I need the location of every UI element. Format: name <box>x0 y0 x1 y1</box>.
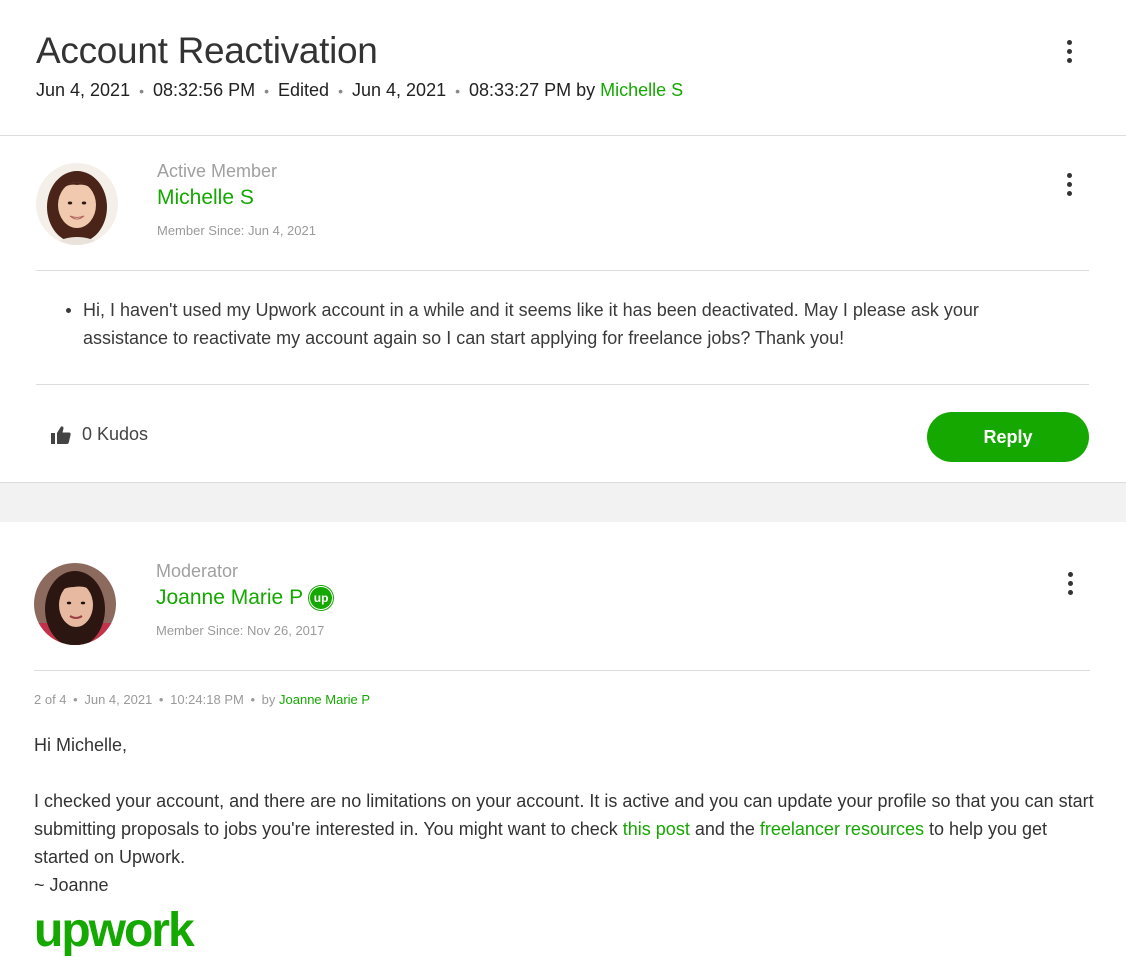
by-label: by <box>261 692 276 707</box>
reply-signoff: ~ Joanne <box>34 875 109 895</box>
page-title: Account Reactivation <box>36 30 378 71</box>
author-name-link[interactable]: Joanne Marie P <box>156 586 303 609</box>
thread-time: 08:32:56 PM <box>153 80 256 100</box>
post-body-text: Hi, I haven't used my Upwork account in … <box>64 296 1064 352</box>
author-rank: Active Member <box>157 161 278 181</box>
kudos-button[interactable]: 0 Kudos <box>50 424 148 445</box>
author-avatar-michelle[interactable] <box>36 163 118 245</box>
edited-date: Jun 4, 2021 <box>352 80 447 100</box>
separator: • <box>455 83 461 99</box>
author-name-row: Joanne Marie P up <box>156 586 334 610</box>
separator: • <box>158 692 164 707</box>
reply-paragraph: I checked your account, and there are no… <box>34 787 1094 871</box>
thread-date: Jun 4, 2021 <box>36 80 131 100</box>
divider <box>36 384 1089 385</box>
reply-author-link[interactable]: Joanne Marie P <box>279 692 370 707</box>
reply-body: Hi Michelle, I checked your account, and… <box>34 731 1094 899</box>
divider <box>36 270 1089 271</box>
edited-time: 08:33:27 PM <box>469 80 572 100</box>
divider <box>0 135 1126 136</box>
author-rank: Moderator <box>156 561 239 581</box>
thread-meta: Jun 4, 2021 • 08:32:56 PM • Edited • Jun… <box>36 80 683 101</box>
reply-text-segment: and the <box>689 819 760 839</box>
section-separator <box>0 482 1126 522</box>
this-post-link[interactable]: this post <box>623 819 690 839</box>
reply-time: 10:24:18 PM <box>170 692 244 707</box>
member-since: Member Since: Jun 4, 2021 <box>157 223 316 238</box>
author-avatar-joanne[interactable] <box>34 563 116 645</box>
separator: • <box>338 83 343 99</box>
freelancer-resources-link[interactable]: freelancer resources <box>760 819 924 839</box>
reply-greeting: Hi Michelle, <box>34 735 128 755</box>
separator: • <box>264 83 270 99</box>
thread-author-link[interactable]: Michelle S <box>600 80 683 100</box>
reply-meta: 2 of 4 • Jun 4, 2021 • 10:24:18 PM • by … <box>34 692 370 707</box>
kudos-count: 0 Kudos <box>82 424 149 444</box>
by-label: by <box>576 80 596 100</box>
reply-position: 2 of 4 <box>34 692 67 707</box>
reply-button[interactable]: Reply <box>927 412 1089 462</box>
thread-options-menu-icon[interactable] <box>1057 37 1081 65</box>
thumbs-up-icon <box>51 425 71 444</box>
member-since: Member Since: Nov 26, 2017 <box>156 623 325 638</box>
upwork-logo: upwork <box>34 904 214 971</box>
svg-text:upwork: upwork <box>34 906 195 957</box>
upwork-staff-badge-icon: up <box>309 586 334 610</box>
divider <box>34 670 1090 671</box>
post-body: Hi, I haven't used my Upwork account in … <box>64 296 1064 352</box>
author-name-link[interactable]: Michelle S <box>157 186 254 210</box>
separator: • <box>73 692 78 707</box>
reply-options-menu-icon[interactable] <box>1058 569 1082 597</box>
separator: • <box>139 83 144 99</box>
edited-label: Edited <box>278 80 330 100</box>
reply-date: Jun 4, 2021 <box>84 692 153 707</box>
post-options-menu-icon[interactable] <box>1057 170 1081 198</box>
separator: • <box>250 692 256 707</box>
